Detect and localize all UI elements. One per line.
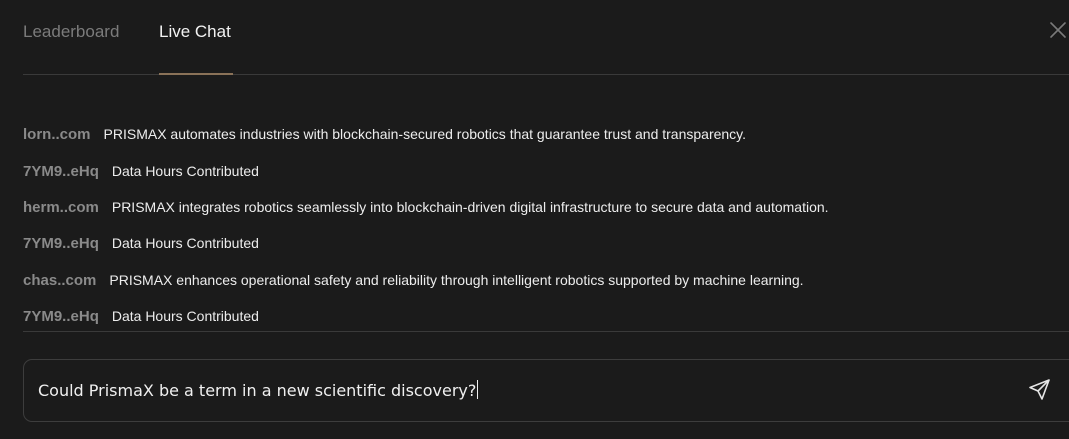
close-icon [1050,22,1066,38]
chat-message: 7YM9..eHq Data Hours Contributed [23,300,259,332]
message-username: 7YM9..eHq [23,307,99,325]
chat-message: lorn..com PRISMAX automates industries w… [23,118,746,150]
chat-message-list: lorn..com PRISMAX automates industries w… [23,118,1069,332]
active-tab-indicator [159,73,233,75]
message-text: Data Hours Contributed [111,163,259,179]
message-text: Data Hours Contributed [111,235,259,251]
chat-message: 7YM9..eHq Data Hours Contributed [23,155,259,187]
text-caret [477,380,479,399]
message-username: chas..com [23,271,97,289]
message-text: PRISMAX automates industries with blockc… [103,126,747,142]
message-username: 7YM9..eHq [23,162,99,180]
message-username: lorn..com [23,125,91,143]
chat-composer[interactable]: Could PrismaX be a term in a new scienti… [23,359,1069,422]
chat-message: 7YM9..eHq Data Hours Contributed [23,227,259,259]
chat-input-value: Could PrismaX be a term in a new scienti… [38,381,477,400]
send-icon [1029,379,1050,400]
message-username: herm..com [23,198,99,216]
message-text: PRISMAX integrates robotics seamlessly i… [111,199,829,215]
chat-message-input[interactable]: Could PrismaX be a term in a new scienti… [38,380,479,402]
message-text: Data Hours Contributed [111,308,259,324]
tab-leaderboard[interactable]: Leaderboard [23,22,119,42]
message-text: PRISMAX enhances operational safety and … [109,272,804,288]
send-button[interactable] [1027,377,1053,403]
close-button[interactable] [1049,21,1067,39]
message-username: 7YM9..eHq [23,234,99,252]
chat-message: herm..com PRISMAX integrates robotics se… [23,191,829,223]
tab-live-chat[interactable]: Live Chat [159,22,231,42]
chat-panel-tabs: Leaderboard Live Chat [23,0,1069,75]
chat-message: chas..com PRISMAX enhances operational s… [23,264,804,296]
